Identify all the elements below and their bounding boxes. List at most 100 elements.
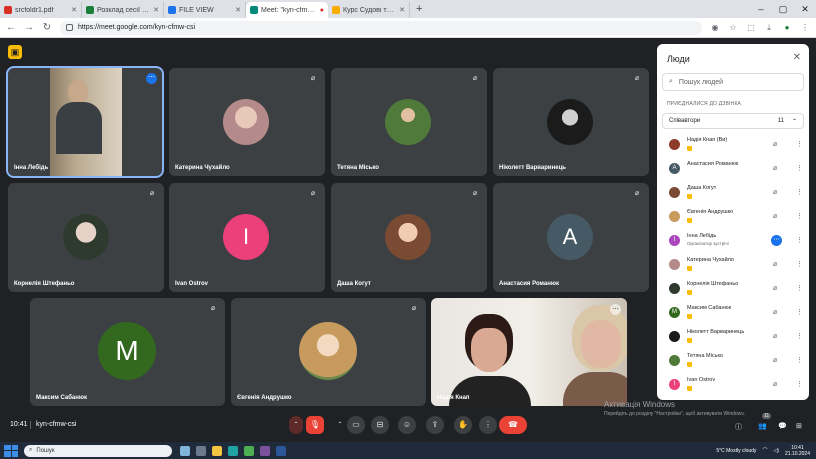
new-tab-button[interactable]: + — [410, 2, 428, 18]
participant-tile[interactable]: ⌀ Євгенія Андрушко — [231, 298, 426, 406]
volume-icon[interactable]: ◁) — [773, 448, 779, 454]
more-options-icon[interactable]: ⋮ — [796, 284, 803, 292]
more-options-icon[interactable]: ⋮ — [796, 164, 803, 172]
more-options-icon[interactable]: ⋮ — [796, 380, 803, 388]
more-options-icon[interactable]: ⋮ — [796, 212, 803, 220]
participant-tile[interactable]: ⌀ Катерина Чухайло — [169, 68, 325, 176]
more-options-icon[interactable]: ⋮ — [796, 140, 803, 148]
camera-options-button[interactable]: ⌃ — [333, 416, 347, 434]
captions-button[interactable]: ⊟ — [371, 416, 389, 434]
more-options-button[interactable]: ⋮ — [479, 416, 497, 434]
minimize-icon[interactable]: – — [750, 0, 772, 18]
contributors-group[interactable]: Співавтори 11 ⌃ — [662, 113, 804, 129]
participant-tile[interactable]: ⌀ Ніколетт Варваринець — [493, 68, 649, 176]
more-options-icon[interactable]: ⋮ — [796, 332, 803, 340]
participant-row[interactable]: Надія Кнап (Ви) ⌀ ⋮ — [667, 134, 803, 158]
edge-icon[interactable] — [228, 445, 238, 456]
mic-off-icon[interactable]: ⌀ — [773, 356, 777, 364]
more-options-icon[interactable]: ⋯ — [146, 73, 157, 84]
url-input[interactable]: https://meet.google.com/kyn-cfmw-csi — [60, 20, 702, 35]
menu-icon[interactable]: ⋮ — [800, 23, 810, 32]
more-options-icon[interactable]: ⋮ — [796, 188, 803, 196]
leave-call-button[interactable]: ☎ — [499, 416, 527, 434]
task-view-icon[interactable] — [196, 445, 206, 456]
participant-row[interactable]: Даша Когут ⌀ ⋮ — [667, 182, 803, 206]
close-icon[interactable]: ✕ — [793, 52, 801, 63]
browser-tab[interactable]: FILE VIEW ✕ — [164, 2, 246, 18]
network-icon[interactable]: ⌒ — [762, 447, 767, 454]
participant-row[interactable]: Євгенія Андрушко ⌀ ⋮ — [667, 206, 803, 230]
forward-icon[interactable]: → — [24, 22, 34, 33]
mic-off-icon[interactable]: ⌀ — [773, 332, 777, 340]
participant-tile[interactable]: ⋯ Інна Лебідь — [6, 66, 164, 178]
browser-tab[interactable]: Курс Судові та правоохоронні✕ — [328, 2, 410, 18]
taskbar-search[interactable]: ⌕ Пошук — [24, 444, 172, 457]
close-icon[interactable]: ✕ — [399, 6, 405, 14]
participant-row[interactable]: Корнелія Штефаньо ⌀ ⋮ — [667, 278, 803, 302]
participant-tile[interactable]: I ⌀ Ivan Ostrov — [169, 183, 325, 292]
mic-off-icon[interactable]: ⌀ — [773, 164, 777, 172]
star-icon[interactable]: ☆ — [728, 23, 738, 32]
viber-icon[interactable] — [260, 445, 270, 456]
participant-row[interactable]: I Ivan Ostrov ⌀ ⋮ — [667, 374, 803, 398]
camera-toggle-button[interactable]: ▭ — [347, 416, 365, 434]
mic-off-icon[interactable]: ⌀ — [773, 212, 777, 220]
participant-row[interactable]: А Анастасия Романюк ⌀ ⋮ — [667, 158, 803, 182]
close-icon[interactable]: ● — [320, 7, 324, 14]
browser-tab[interactable]: srcfoldr1.pdf ✕ — [0, 2, 82, 18]
chat-icon[interactable]: 💬 — [778, 422, 787, 430]
camera-icon[interactable]: ◉ — [710, 23, 720, 32]
participant-tile[interactable]: ⌀ Тетяна Місько — [331, 68, 487, 176]
mic-toggle-button[interactable]: 🎙 — [306, 416, 324, 434]
mic-off-icon[interactable]: ⌀ — [773, 140, 777, 148]
mic-off-icon[interactable]: ⌀ — [773, 188, 777, 196]
chrome-icon[interactable] — [244, 445, 254, 456]
extensions-icon[interactable]: ⬚ — [746, 23, 756, 32]
presentation-icon[interactable]: ▣ — [8, 45, 22, 59]
present-button[interactable]: ⇪ — [426, 416, 444, 434]
close-icon[interactable]: ✕ — [235, 6, 241, 14]
participant-row[interactable]: М Максим Сабанюк ⌀ ⋮ — [667, 302, 803, 326]
download-icon[interactable]: ⤓ — [764, 23, 774, 33]
mic-off-icon[interactable]: ⌀ — [773, 308, 777, 316]
mic-off-icon[interactable]: ⌀ — [773, 284, 777, 292]
browser-tab[interactable]: Розклад сесії Мукачево. Рівен✕ — [82, 2, 164, 18]
close-icon[interactable]: ✕ — [71, 6, 77, 14]
browser-tab-active[interactable]: Meet: "kyn-cfmw-csi"● — [246, 2, 328, 18]
more-options-icon[interactable]: ⋮ — [796, 308, 803, 316]
profile-icon[interactable]: ● — [782, 23, 792, 32]
mic-options-button[interactable]: ⌃ — [289, 416, 303, 434]
participant-tile[interactable]: ⌀ Даша Когут — [331, 183, 487, 292]
participant-row[interactable]: І Інна Лебідь Організатор зустрічі ⋯ ⋮ — [667, 230, 803, 254]
participant-row[interactable]: Катерина Чухайло ⌀ ⋮ — [667, 254, 803, 278]
participant-row[interactable]: Ніколетт Варваринець ⌀ ⋮ — [667, 326, 803, 350]
more-options-icon[interactable]: ⋮ — [796, 260, 803, 268]
landscape-icon[interactable] — [180, 445, 190, 456]
more-options-icon[interactable]: ⋮ — [796, 236, 803, 244]
activities-icon[interactable]: ⊞ — [796, 422, 802, 430]
people-icon[interactable]: 👥 — [758, 422, 767, 430]
participant-tile[interactable]: А ⌀ Анастасия Романюк — [493, 183, 649, 292]
taskbar-clock[interactable]: 10:41 21.10.2024 — [785, 445, 810, 457]
pin-icon[interactable]: ⋯ — [610, 304, 621, 315]
mic-off-icon[interactable]: ⌀ — [773, 380, 777, 388]
participant-tile[interactable]: М ⌀ Максим Сабанюк — [30, 298, 225, 406]
participant-tile[interactable]: ⌀ Корнелія Штефаньо — [8, 183, 164, 292]
people-search-input[interactable]: ⌕ Пошук людей — [662, 73, 804, 91]
info-icon[interactable]: ⓘ — [735, 422, 742, 432]
participant-tile[interactable]: ⋯ Надія Кнап — [431, 298, 627, 406]
emoji-button[interactable]: ☺ — [398, 416, 416, 434]
participant-row[interactable]: Тетяна Місько ⌀ ⋮ — [667, 350, 803, 374]
maximize-icon[interactable]: ▢ — [772, 0, 794, 18]
more-options-icon[interactable]: ⋮ — [796, 356, 803, 364]
reload-icon[interactable]: ↻ — [42, 22, 52, 33]
close-icon[interactable]: ✕ — [153, 6, 159, 14]
word-icon[interactable] — [276, 445, 286, 456]
chevron-up-icon[interactable]: ⌃ — [792, 118, 797, 125]
close-window-icon[interactable]: ✕ — [794, 0, 816, 18]
folder-icon[interactable] — [212, 445, 222, 456]
weather-widget[interactable]: 5°C Mostly cloudy — [716, 448, 756, 454]
mic-off-icon[interactable]: ⌀ — [773, 260, 777, 268]
back-icon[interactable]: ← — [6, 22, 16, 33]
windows-start-icon[interactable] — [4, 444, 18, 457]
